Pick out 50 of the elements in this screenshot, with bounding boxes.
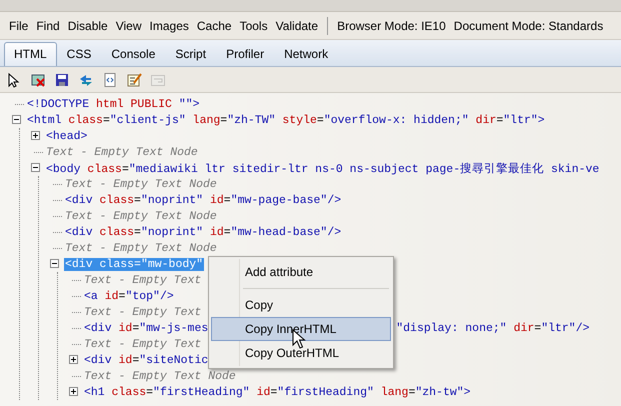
clear-icon[interactable] <box>30 72 46 88</box>
menu-item[interactable]: Images <box>146 18 193 32</box>
tree-node[interactable]: Text - Empty Text Node <box>64 242 218 254</box>
source-icon[interactable] <box>102 72 118 88</box>
save-icon[interactable] <box>54 72 70 88</box>
pointer-icon[interactable] <box>6 72 22 88</box>
menu-item[interactable]: Disable <box>64 18 112 32</box>
tree-node[interactable]: Text - Empty Text <box>83 274 202 286</box>
tab[interactable]: Script <box>165 42 216 66</box>
tree-node[interactable]: Text - Empty Text Node <box>64 178 218 190</box>
tab[interactable]: CSS <box>56 42 102 66</box>
tree-node[interactable]: <head> <box>45 130 88 142</box>
menu-item[interactable]: File <box>5 18 32 32</box>
tree-node[interactable]: <h1 class="firstHeading" id="firstHeading" lang="zh-tw"> <box>83 386 472 398</box>
tree-node[interactable]: Text - Empty Text Node <box>64 210 218 222</box>
tree-node[interactable]: Text - Empty Text Node <box>83 370 237 382</box>
tree-node[interactable]: <div id="siteNotic <box>83 354 210 366</box>
menu-item[interactable]: Tools <box>236 18 272 32</box>
tab[interactable]: Profiler <box>216 42 274 66</box>
menu-item[interactable]: Copy InnerHTML <box>211 317 391 341</box>
mode-menu[interactable]: Document Mode: Standards <box>450 18 608 32</box>
tree-node[interactable]: <div class="noprint" id="mw-head-base"/> <box>64 226 342 238</box>
tab[interactable]: HTML <box>4 42 57 66</box>
expand-icon[interactable] <box>69 387 78 396</box>
expand-icon[interactable] <box>69 355 78 364</box>
edit-icon[interactable] <box>126 72 142 88</box>
menu-item[interactable]: Cache <box>192 18 236 32</box>
menu-item[interactable]: Validate <box>272 18 322 32</box>
collapse-icon[interactable] <box>31 163 40 172</box>
menu-item[interactable]: View <box>112 18 146 32</box>
tree-node[interactable]: <!DOCTYPE html PUBLIC ""> <box>26 98 201 110</box>
tab[interactable]: Network <box>274 42 338 66</box>
collapse-icon[interactable] <box>50 259 59 268</box>
tree-node[interactable]: <a id="top"/> <box>83 290 175 302</box>
menu-item[interactable]: Add attribute <box>211 260 391 284</box>
tab[interactable]: Console <box>101 42 166 66</box>
tree-node[interactable]: Text - Empty Text Node <box>45 146 199 158</box>
menu-item[interactable]: Copy <box>211 293 391 317</box>
menu-item[interactable]: Copy OuterHTML <box>211 341 391 365</box>
code-line: "display: none;" dir="ltr"/> <box>395 322 591 334</box>
expand-icon[interactable] <box>31 131 40 140</box>
tree-node[interactable]: Text - Empty Text <box>83 338 202 350</box>
tree-node[interactable]: <html class="client-js" lang="zh-TW" style="overflow-x: hidden;" dir="ltr"> <box>26 114 546 126</box>
mode-menu[interactable]: Browser Mode: IE10 <box>333 18 450 32</box>
tree-node[interactable]: <div id="mw-js-mes <box>83 322 210 334</box>
tree-node[interactable]: Text - Empty Text <box>83 306 202 318</box>
menu-item[interactable]: Find <box>32 18 64 32</box>
tree-node[interactable]: <body class="mediawiki ltr sitedir-ltr ns-0 ns-subject page-搜尋引擎最佳化 skin-ve <box>45 160 600 176</box>
collapse-icon[interactable] <box>12 115 21 124</box>
tree-node[interactable]: <div class="noprint" id="mw-page-base"/> <box>64 194 342 206</box>
